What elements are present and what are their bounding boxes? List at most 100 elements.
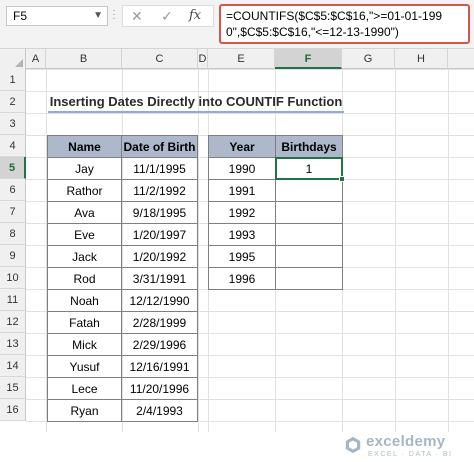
year-cell[interactable]: 1995: [208, 245, 276, 268]
dob-cell[interactable]: 9/18/1995: [121, 201, 198, 224]
exceldemy-logo-icon: [345, 436, 361, 454]
dob-cell[interactable]: 3/31/1991: [121, 267, 198, 290]
table-row: Yusuf 12/16/1991: [47, 355, 198, 378]
chevron-down-icon[interactable]: ▼: [93, 7, 103, 25]
table-row: Mick 2/29/1996: [47, 333, 198, 356]
column-header-e[interactable]: E: [208, 49, 275, 69]
name-cell[interactable]: Ava: [47, 201, 122, 224]
name-cell[interactable]: Fatah: [47, 311, 122, 334]
insert-function-icon[interactable]: fx: [189, 7, 201, 25]
name-cell[interactable]: Jay: [47, 157, 122, 180]
column-header-h[interactable]: H: [395, 49, 448, 69]
column-header-g[interactable]: G: [342, 49, 395, 69]
row-header-4[interactable]: 4: [0, 135, 26, 157]
header-birthdays[interactable]: Birthdays: [275, 135, 343, 158]
row-header-3[interactable]: 3: [0, 113, 26, 135]
table-row: 1991: [208, 179, 343, 202]
row-header-14[interactable]: 14: [0, 355, 26, 377]
watermark-name: exceldemy: [366, 433, 446, 450]
year-cell[interactable]: 1996: [208, 267, 276, 290]
row-header-11[interactable]: 11: [0, 289, 26, 311]
formula-bar: F5 ▼ · · · ✕ ✓ fx =COUNTIFS($C$5:$C$16,">=…: [0, 0, 474, 49]
dob-cell[interactable]: 12/16/1991: [121, 355, 198, 378]
table-row: Fatah 2/28/1999: [47, 311, 198, 334]
dob-cell[interactable]: 2/29/1996: [121, 333, 198, 356]
spreadsheet-grid: A B C D E F G H 1 2 3 4 5 6 7 8 9 10 11 …: [0, 49, 474, 458]
name-cell[interactable]: Rathor: [47, 179, 122, 202]
table-row: Ryan 2/4/1993: [47, 399, 198, 422]
name-cell[interactable]: Ryan: [47, 399, 122, 422]
birthdays-cell[interactable]: [275, 179, 343, 202]
table-row: 1992: [208, 201, 343, 224]
drag-handle-icon[interactable]: · · ·: [112, 6, 116, 24]
table-row: 1996: [208, 267, 343, 290]
header-name[interactable]: Name: [47, 135, 122, 158]
row-header-8[interactable]: 8: [0, 223, 26, 245]
enter-icon[interactable]: ✓: [161, 7, 173, 25]
row-header-7[interactable]: 7: [0, 201, 26, 223]
gridline: [395, 69, 396, 432]
table-row: Lece 11/20/1996: [47, 377, 198, 400]
dob-cell[interactable]: 11/2/1992: [121, 179, 198, 202]
year-cell[interactable]: 1992: [208, 201, 276, 224]
dob-cell[interactable]: 1/20/1997: [121, 223, 198, 246]
fill-handle[interactable]: [339, 176, 345, 182]
formula-input[interactable]: =COUNTIFS($C$5:$C$16,">=01-01-1990",$C$5…: [219, 4, 470, 44]
birthdays-cell[interactable]: [275, 201, 343, 224]
dob-cell[interactable]: 1/20/1992: [121, 245, 198, 268]
column-header-c[interactable]: C: [122, 49, 198, 69]
gridline: [448, 69, 449, 432]
row-header-9[interactable]: 9: [0, 245, 26, 267]
name-cell[interactable]: Yusuf: [47, 355, 122, 378]
sheet-title[interactable]: Inserting Dates Directly into COUNTIF Fu…: [48, 91, 344, 113]
column-headers: A B C D E F G H: [0, 49, 474, 69]
name-cell[interactable]: Noah: [47, 289, 122, 312]
year-cell[interactable]: 1990: [208, 157, 276, 180]
row-header-5[interactable]: 5: [0, 157, 26, 179]
row-header-16[interactable]: 16: [0, 399, 26, 421]
cancel-icon[interactable]: ✕: [131, 7, 143, 25]
table-header-row: Name Date of Birth: [47, 135, 198, 158]
table-header-row: Year Birthdays: [208, 135, 343, 158]
birthdays-cell[interactable]: [275, 267, 343, 290]
year-cell[interactable]: 1991: [208, 179, 276, 202]
select-all-button[interactable]: [0, 49, 26, 69]
name-cell[interactable]: Lece: [47, 377, 122, 400]
table-row: Eve 1/20/1997: [47, 223, 198, 246]
column-header-a[interactable]: A: [26, 49, 46, 69]
row-header-12[interactable]: 12: [0, 311, 26, 333]
birth-table: Name Date of Birth Jay 11/1/1995 Rathor 11…: [47, 135, 198, 422]
row-header-13[interactable]: 13: [0, 333, 26, 355]
column-header-b[interactable]: B: [46, 49, 122, 69]
name-cell[interactable]: Jack: [47, 245, 122, 268]
table-row: 1993: [208, 223, 343, 246]
row-header-6[interactable]: 6: [0, 179, 26, 201]
dob-cell[interactable]: 12/12/1990: [121, 289, 198, 312]
name-cell[interactable]: Rod: [47, 267, 122, 290]
dob-cell[interactable]: 11/20/1996: [121, 377, 198, 400]
column-header-f[interactable]: F: [275, 49, 342, 69]
watermark-tagline: EXCEL · DATA · BI: [368, 451, 453, 458]
name-box-value: F5: [13, 9, 28, 23]
header-year[interactable]: Year: [208, 135, 276, 158]
name-cell[interactable]: Eve: [47, 223, 122, 246]
row-header-10[interactable]: 10: [0, 267, 26, 289]
table-row: 1990 1: [208, 157, 343, 180]
header-date-of-birth[interactable]: Date of Birth: [121, 135, 198, 158]
birthdays-cell[interactable]: 1: [275, 157, 343, 180]
table-row: Rathor 11/2/1992: [47, 179, 198, 202]
row-header-2[interactable]: 2: [0, 91, 26, 113]
table-row: Noah 12/12/1990: [47, 289, 198, 312]
birthdays-cell[interactable]: [275, 245, 343, 268]
name-box[interactable]: F5 ▼: [6, 6, 108, 26]
year-cell[interactable]: 1993: [208, 223, 276, 246]
table-row: 1995: [208, 245, 343, 268]
dob-cell[interactable]: 2/28/1999: [121, 311, 198, 334]
dob-cell[interactable]: 2/4/1993: [121, 399, 198, 422]
row-header-15[interactable]: 15: [0, 377, 26, 399]
row-header-1[interactable]: 1: [0, 69, 26, 91]
dob-cell[interactable]: 11/1/1995: [121, 157, 198, 180]
name-cell[interactable]: Mick: [47, 333, 122, 356]
birthdays-cell[interactable]: [275, 223, 343, 246]
column-header-d[interactable]: D: [198, 49, 208, 69]
